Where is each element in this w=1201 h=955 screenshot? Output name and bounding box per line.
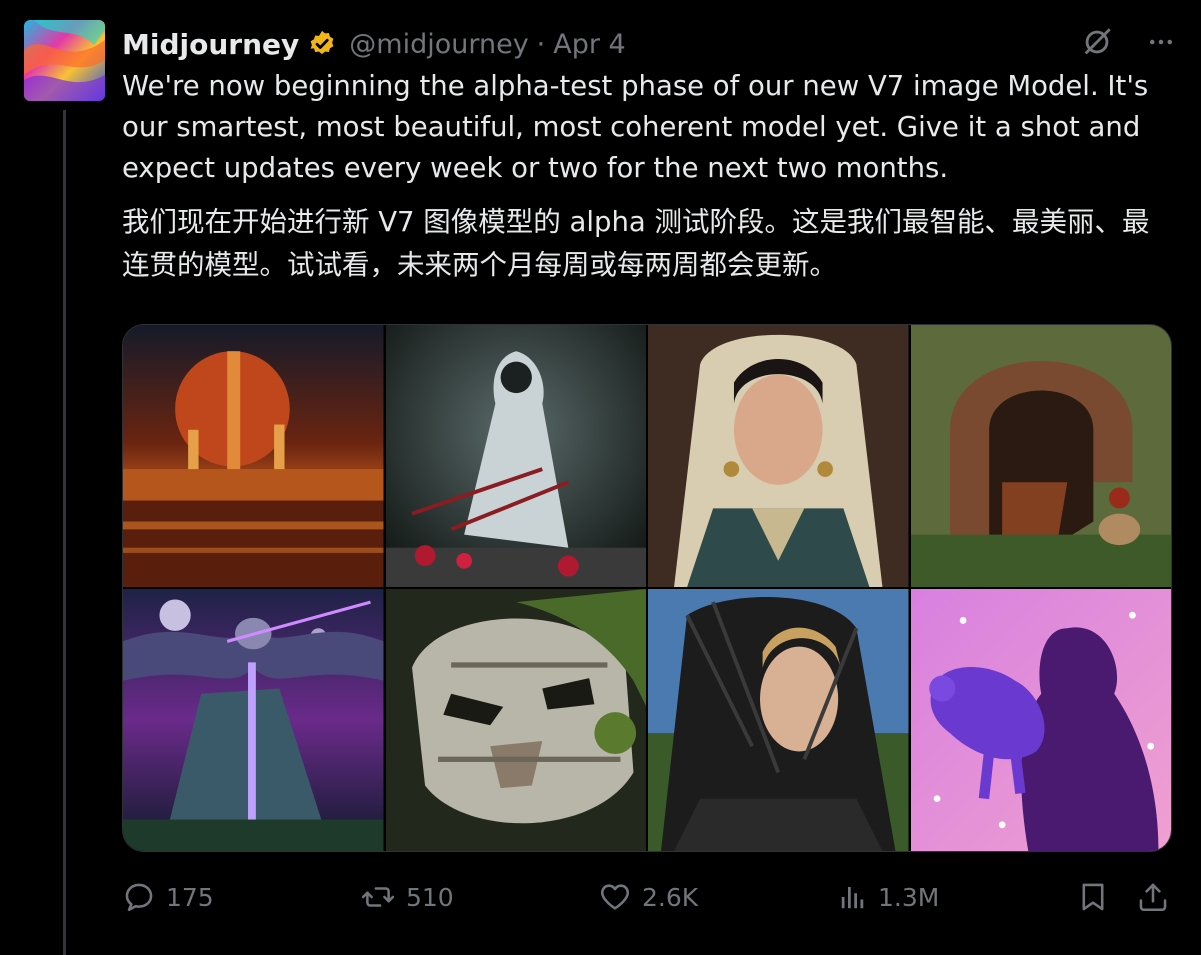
avatar[interactable]: [24, 20, 105, 101]
separator-dot: ·: [536, 28, 546, 60]
post-date[interactable]: Apr 4: [553, 29, 625, 60]
header-actions: [1077, 22, 1181, 62]
media-image-7[interactable]: [648, 589, 909, 851]
handle[interactable]: @midjourney: [349, 29, 528, 60]
views-count: 1.3M: [878, 882, 940, 912]
tweet-actions: 175 510 2.6K 1.3M: [122, 872, 1180, 922]
verified-badge-icon: [307, 29, 337, 59]
media-image-5[interactable]: [123, 589, 384, 851]
tweet-text-zh: 我们现在开始进行新 V7 图像模型的 alpha 测试阶段。这是我们最智能、最美…: [122, 206, 1150, 281]
display-name[interactable]: Midjourney: [122, 28, 299, 61]
reply-button[interactable]: 175: [122, 880, 214, 914]
media-image-2[interactable]: [385, 325, 646, 587]
media-grid: [122, 324, 1172, 852]
repost-button[interactable]: 510: [360, 880, 454, 914]
like-icon: [598, 880, 632, 914]
bookmark-button[interactable]: [1076, 879, 1110, 915]
media-image-1[interactable]: [123, 325, 384, 587]
media-image-8[interactable]: [910, 589, 1171, 851]
media-image-4[interactable]: [910, 325, 1171, 587]
tweet: Midjourney @midjourney · Apr 4 We're now…: [0, 0, 1201, 955]
share-button[interactable]: [1136, 879, 1170, 915]
share-icon: [1136, 879, 1170, 915]
views-icon: [838, 880, 868, 914]
tweet-text-en: We're now beginning the alpha-test phase…: [122, 70, 1149, 184]
grok-icon[interactable]: [1077, 22, 1117, 62]
views-button[interactable]: 1.3M: [838, 880, 939, 914]
reply-count: 175: [166, 882, 214, 912]
retweet-icon: [360, 880, 396, 914]
bookmark-icon: [1076, 879, 1110, 915]
tweet-header: Midjourney @midjourney · Apr 4: [122, 24, 626, 64]
reply-icon: [122, 880, 156, 914]
media-image-3[interactable]: [648, 325, 909, 587]
media-image-6[interactable]: [385, 589, 646, 851]
like-count: 2.6K: [642, 882, 699, 912]
repost-count: 510: [406, 882, 454, 912]
more-icon[interactable]: [1141, 22, 1181, 62]
like-button[interactable]: 2.6K: [598, 880, 698, 914]
thread-line: [63, 110, 66, 955]
